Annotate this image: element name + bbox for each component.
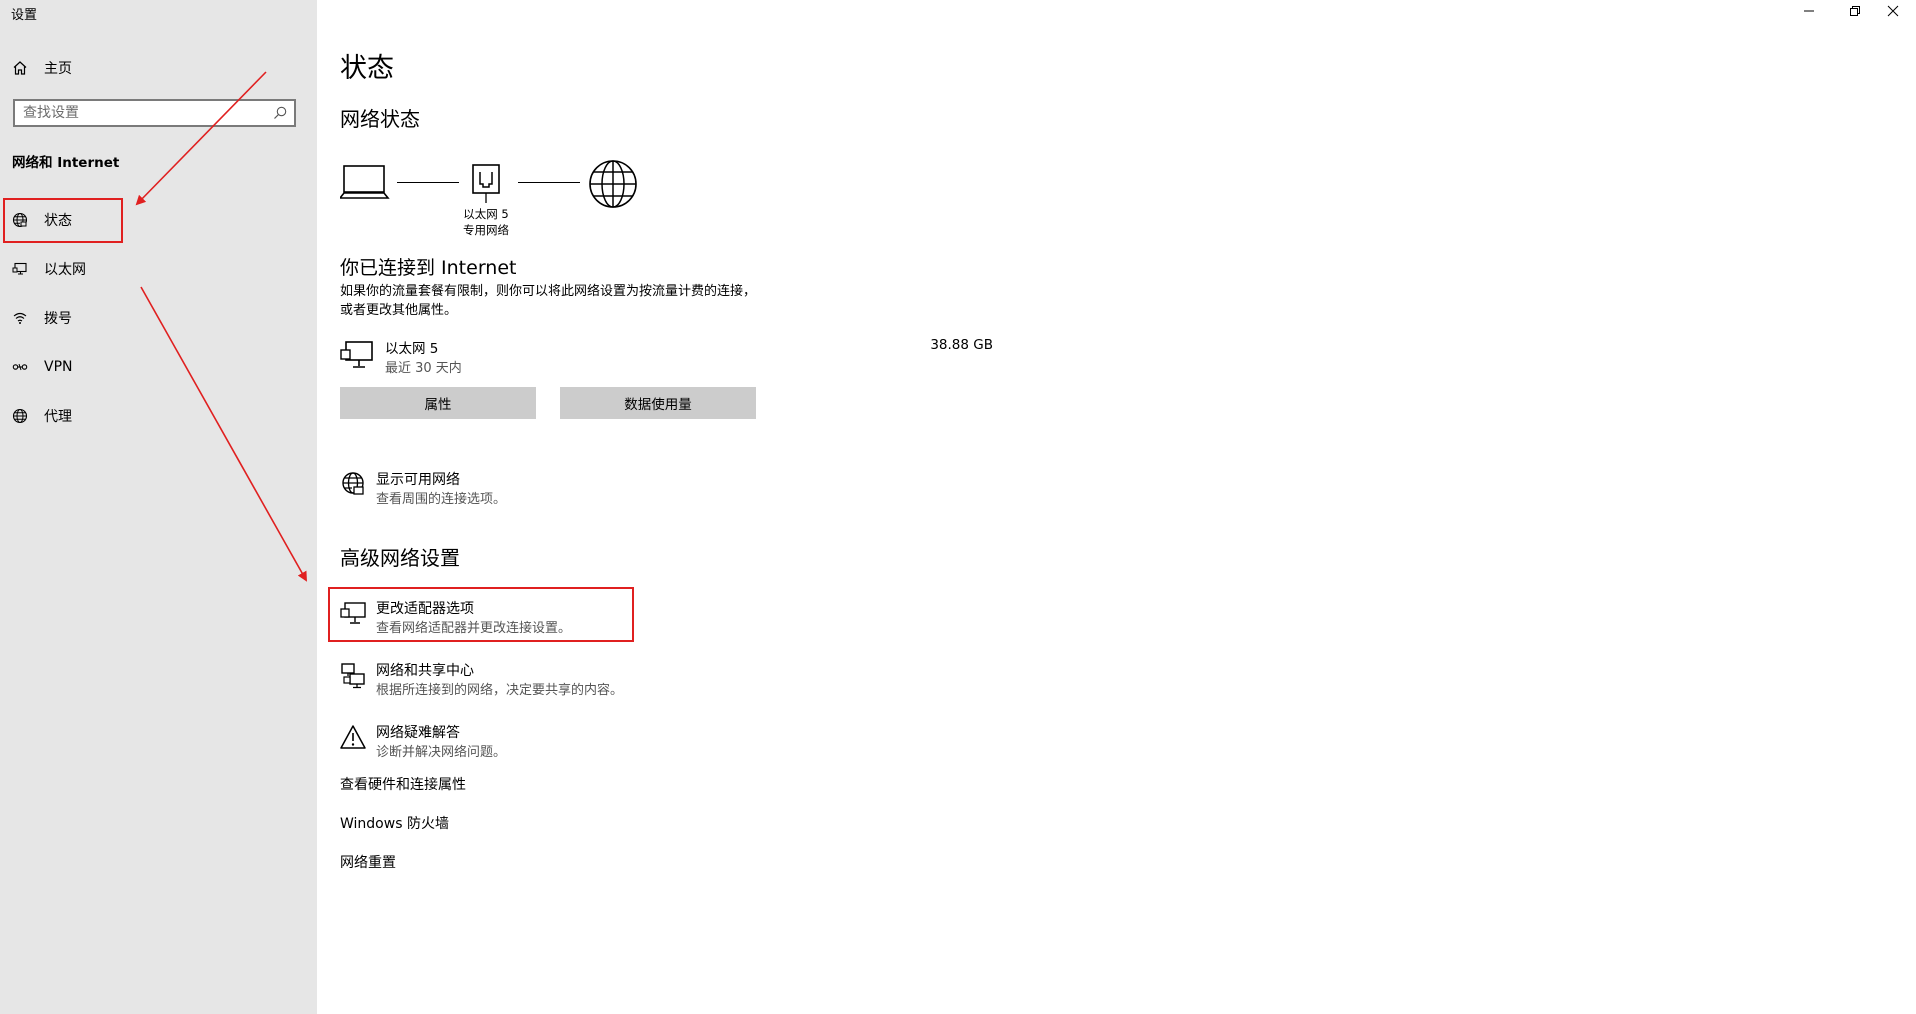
connector-line bbox=[397, 182, 459, 183]
network-type-label: 专用网络 bbox=[463, 223, 509, 237]
search-input[interactable] bbox=[15, 101, 263, 125]
sidebar-item-label: 状态 bbox=[44, 213, 72, 229]
change-adapter-options-link[interactable]: 更改适配器选项 查看网络适配器并更改连接设置。 bbox=[340, 598, 660, 642]
sidebar-item-label: 代理 bbox=[44, 409, 72, 425]
sidebar-item-label: 拨号 bbox=[44, 311, 72, 327]
search-box[interactable] bbox=[13, 99, 296, 127]
change-adapter-options-title: 更改适配器选项 bbox=[376, 601, 474, 617]
sidebar-item-ethernet[interactable]: 以太网 bbox=[0, 249, 317, 289]
adapter-period: 最近 30 天内 bbox=[385, 361, 462, 376]
data-usage-button[interactable]: 数据使用量 bbox=[560, 387, 756, 419]
sharing-center-icon bbox=[340, 662, 368, 690]
wired-pc-icon bbox=[340, 340, 374, 374]
status-globe-icon bbox=[12, 212, 28, 228]
main-content: 状态 网络状态 以太网 5 专用网络 你已连接到 Internet 如果你的流量… bbox=[317, 0, 1916, 1014]
sidebar-item-vpn[interactable]: VPN bbox=[0, 347, 317, 387]
warning-icon bbox=[340, 724, 368, 752]
sidebar-item-proxy[interactable]: 代理 bbox=[0, 396, 317, 436]
app-title: 设置 bbox=[11, 8, 38, 23]
sharing-center-link[interactable]: 网络和共享中心 根据所连接到的网络，决定要共享的内容。 bbox=[340, 660, 660, 704]
ethernet-icon bbox=[12, 261, 28, 277]
sharing-center-title: 网络和共享中心 bbox=[376, 663, 474, 679]
available-networks-icon bbox=[340, 471, 368, 499]
home-icon bbox=[12, 60, 28, 76]
adapter-options-icon bbox=[340, 600, 368, 628]
troubleshoot-subtitle: 诊断并解决网络问题。 bbox=[376, 745, 507, 760]
adapter-label: 以太网 5 bbox=[463, 207, 509, 221]
sidebar: 设置 主页 网络和 Internet 状态 以太网 拨号 VP bbox=[0, 0, 317, 1014]
dialup-icon bbox=[12, 310, 28, 326]
sidebar-section-title: 网络和 Internet bbox=[12, 155, 120, 171]
show-networks-title: 显示可用网络 bbox=[376, 472, 460, 488]
change-adapter-options-subtitle: 查看网络适配器并更改连接设置。 bbox=[376, 621, 572, 636]
network-status-heading: 网络状态 bbox=[340, 107, 420, 131]
proxy-globe-icon bbox=[12, 408, 28, 424]
sidebar-item-label: 主页 bbox=[44, 61, 72, 77]
globe-icon bbox=[588, 159, 638, 213]
vpn-icon bbox=[12, 359, 28, 375]
sidebar-item-label: VPN bbox=[44, 359, 73, 375]
network-reset-link[interactable]: 网络重置 bbox=[340, 852, 396, 872]
hardware-properties-link[interactable]: 查看硬件和连接属性 bbox=[340, 774, 466, 794]
properties-button[interactable]: 属性 bbox=[340, 387, 536, 419]
advanced-settings-heading: 高级网络设置 bbox=[340, 546, 460, 570]
connected-description: 如果你的流量套餐有限制，则你可以将此网络设置为按流量计费的连接，或者更改其他属性… bbox=[340, 284, 757, 318]
sidebar-item-label: 以太网 bbox=[44, 262, 86, 278]
sidebar-item-status[interactable]: 状态 bbox=[0, 200, 317, 240]
troubleshoot-link[interactable]: 网络疑难解答 诊断并解决网络问题。 bbox=[340, 722, 660, 766]
adapter-name: 以太网 5 bbox=[385, 341, 439, 357]
adapter-usage: 38.88 GB bbox=[930, 337, 993, 353]
sidebar-item-dialup[interactable]: 拨号 bbox=[0, 298, 317, 338]
show-networks-link[interactable]: 显示可用网络 查看周围的连接选项。 bbox=[340, 469, 660, 513]
connected-title: 你已连接到 Internet bbox=[340, 257, 517, 279]
troubleshoot-title: 网络疑难解答 bbox=[376, 725, 460, 741]
laptop-icon bbox=[338, 162, 390, 206]
search-icon[interactable] bbox=[272, 105, 288, 121]
page-title: 状态 bbox=[340, 53, 394, 84]
connector-line bbox=[518, 182, 580, 183]
sharing-center-subtitle: 根据所连接到的网络，决定要共享的内容。 bbox=[376, 683, 624, 698]
sidebar-item-home[interactable]: 主页 bbox=[0, 48, 317, 88]
show-networks-subtitle: 查看周围的连接选项。 bbox=[376, 492, 507, 507]
windows-firewall-link[interactable]: Windows 防火墙 bbox=[340, 813, 449, 833]
ethernet-port-icon bbox=[470, 162, 502, 208]
